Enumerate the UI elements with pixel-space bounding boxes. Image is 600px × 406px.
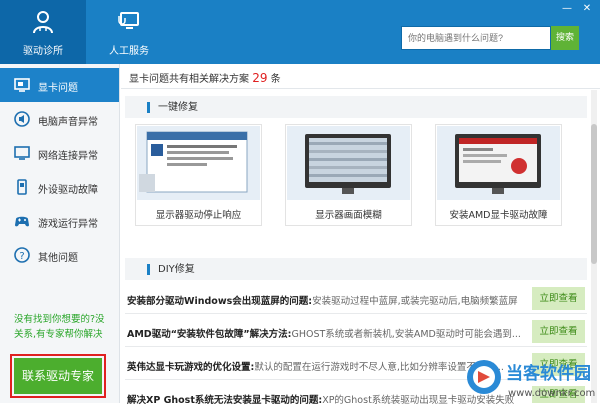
- sidebar-item-sound[interactable]: 电脑声音异常: [0, 102, 119, 136]
- list-item: AMD驱动“安装软件包故障”解决方法:GHOST系统或者新装机,安装AMD驱动时…: [125, 317, 587, 347]
- fix-card[interactable]: 显示器画面模糊: [285, 124, 412, 226]
- question-icon: ?: [14, 247, 30, 263]
- screenshot-thumbnail: [437, 126, 560, 200]
- stethoscope-monitor-icon: [118, 12, 139, 29]
- list-item: 安装部分驱动Windows会出现蓝屏的问题:安装驱动过程中蓝屏,或装完驱动后,电…: [125, 284, 587, 314]
- one-click-title: 一键修复: [147, 102, 198, 113]
- diy-title: DIY修复: [147, 264, 195, 275]
- tab-label: 驱动诊所: [23, 46, 63, 57]
- watermark-url: www.downkr.com: [508, 388, 595, 399]
- screenshot-thumbnail: [137, 126, 260, 200]
- fix-card[interactable]: 显示器驱动停止响应: [135, 124, 262, 226]
- sidebar: 显卡问题 电脑声音异常 网络连接异常 外设驱动故障 游戏运行异常 ? 其他问题 …: [0, 64, 120, 403]
- minimize-icon[interactable]: —: [560, 2, 574, 16]
- tab-label: 人工服务: [109, 46, 149, 57]
- watermark-name: 当客软件园: [506, 363, 591, 384]
- sidebar-item-other[interactable]: ? 其他问题: [0, 238, 119, 272]
- diy-title: AMD驱动“安装软件包故障”解决方法:: [127, 329, 292, 340]
- usb-icon: [17, 179, 27, 195]
- search-input[interactable]: [401, 26, 551, 50]
- card-label: 安装AMD显卡驱动故障: [449, 210, 548, 221]
- sidebar-item-label: 电脑声音异常: [38, 117, 98, 128]
- solution-summary: 显卡问题共有相关解决方案 29 条: [129, 70, 281, 85]
- contact-expert-button[interactable]: 联系驱动专家: [10, 354, 106, 398]
- top-header: 驱动诊所 人工服务 — ✕ 搜索: [0, 0, 600, 64]
- scrollbar-thumb[interactable]: [591, 124, 597, 264]
- card-label: 显示器画面模糊: [315, 210, 382, 221]
- summary-suffix: 条: [270, 74, 281, 85]
- sidebar-item-graphics[interactable]: 显卡问题: [0, 68, 119, 102]
- svg-text:?: ?: [19, 251, 24, 262]
- sidebar-item-network[interactable]: 网络连接异常: [0, 136, 119, 170]
- sidebar-item-game[interactable]: 游戏运行异常: [0, 204, 119, 238]
- speaker-icon: [14, 111, 30, 127]
- diy-text: 安装部分驱动Windows会出现蓝屏的问题:安装驱动过程中蓝屏,或装完驱动后,电…: [127, 293, 522, 307]
- diy-title: 英伟达显卡玩游戏的优化设置:: [127, 362, 255, 373]
- divider: [121, 88, 600, 89]
- card-label: 显示器驱动停止响应: [155, 210, 242, 221]
- diy-text: AMD驱动“安装软件包故障”解决方法:GHOST系统或者新装机,安装AMD驱动时…: [127, 326, 522, 340]
- view-button[interactable]: 立即查看: [532, 320, 585, 343]
- network-monitor-icon: [14, 146, 30, 160]
- gamepad-icon: [15, 216, 29, 227]
- close-icon[interactable]: ✕: [580, 2, 594, 16]
- sidebar-item-label: 游戏运行异常: [38, 219, 98, 230]
- tab-driver-clinic[interactable]: 驱动诊所: [0, 0, 86, 64]
- diy-desc: 安装驱动过程中蓝屏,或装完驱动后,电脑频繁蓝屏: [312, 296, 518, 307]
- search-button[interactable]: 搜索: [551, 26, 579, 50]
- monitor-icon: [14, 78, 30, 92]
- diy-text: 英伟达显卡玩游戏的优化设置:默认的配置在运行游戏时不尽人意,比如分辨率设置不正确…: [127, 359, 522, 373]
- screenshot-thumbnail: [287, 126, 410, 200]
- summary-prefix: 显卡问题共有相关解决方案: [129, 74, 249, 85]
- sidebar-item-label: 网络连接异常: [38, 151, 98, 162]
- solution-count: 29: [252, 71, 268, 85]
- doctor-icon: [33, 11, 53, 34]
- sidebar-item-label: 其他问题: [38, 253, 78, 264]
- view-button[interactable]: 立即查看: [532, 287, 585, 310]
- diy-text: 解决XP Ghost系统无法安装显卡驱动的问题:XP的Ghost系统装驱动出现显…: [127, 392, 522, 406]
- sidebar-item-label: 外设驱动故障: [38, 185, 98, 196]
- sidebar-item-label: 显卡问题: [38, 83, 78, 94]
- main-content: 显卡问题共有相关解决方案 29 条 一键修复 显示器驱动停止响应 显示器画面模糊…: [121, 64, 600, 406]
- diy-title: 安装部分驱动Windows会出现蓝屏的问题:: [127, 296, 313, 307]
- tab-manual-service[interactable]: 人工服务: [86, 0, 172, 64]
- site-watermark-logo: 当客软件园 www.downkr.com: [467, 360, 595, 399]
- sidebar-item-peripheral[interactable]: 外设驱动故障: [0, 170, 119, 204]
- diy-title: 解决XP Ghost系统无法安装显卡驱动的问题:: [127, 395, 323, 406]
- contact-expert-label: 联系驱动专家: [14, 358, 102, 394]
- diy-desc: GHOST系统或者新装机,安装AMD驱动时可能会遇到...: [291, 329, 521, 340]
- fix-card[interactable]: 安装AMD显卡驱动故障: [435, 124, 562, 226]
- help-hint-text: 没有找到你想要的?没关系,有专家帮你解决: [14, 314, 105, 340]
